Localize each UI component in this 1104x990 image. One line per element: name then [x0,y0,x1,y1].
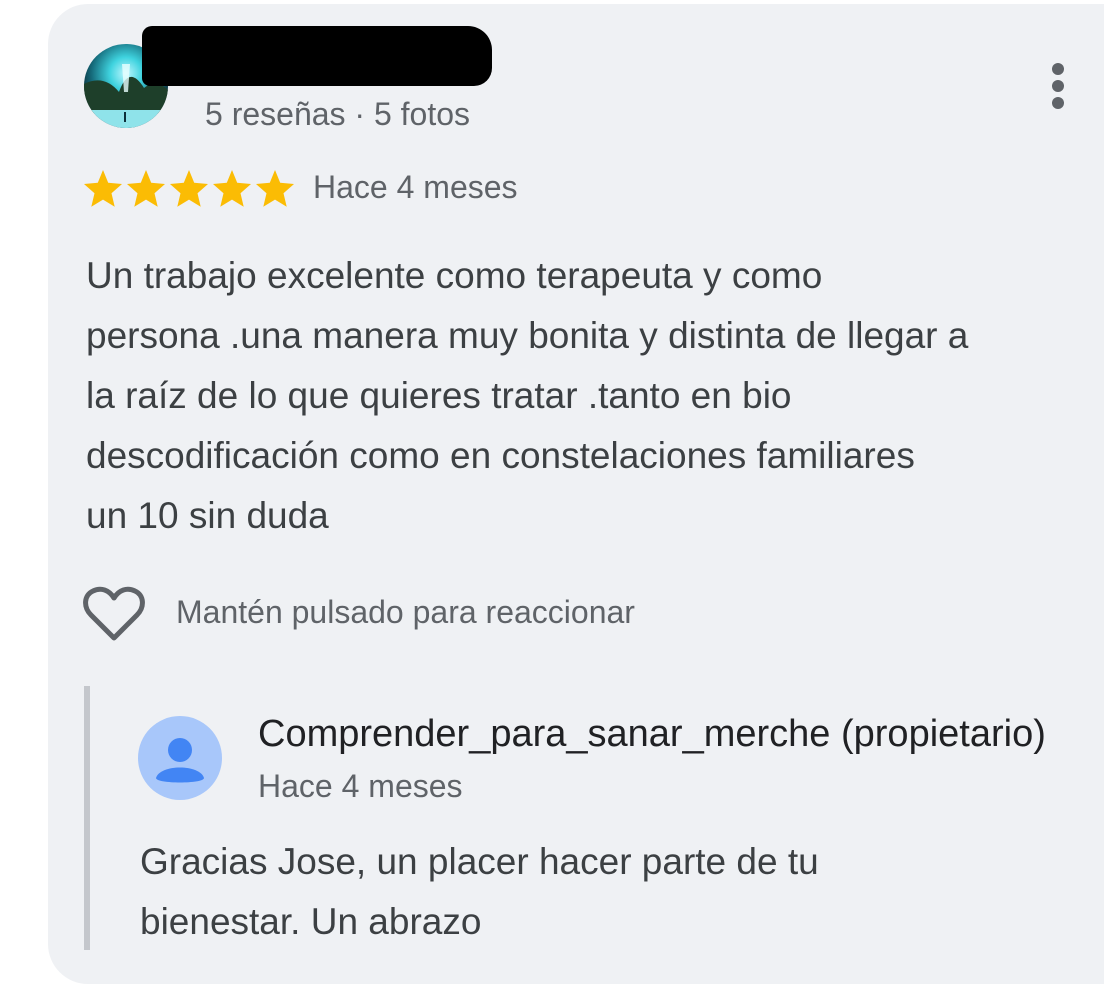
react-hint-label: Mantén pulsado para reaccionar [176,594,635,630]
review-text: Un trabajo excelente como terapeuta y co… [86,246,1104,546]
review-text-line: un 10 sin duda [86,495,329,536]
redacted-reviewer-name [142,26,492,86]
star-icon [213,170,251,207]
review-text-line: Un trabajo excelente como terapeuta y co… [86,255,823,296]
review-date: Hace 4 meses [313,169,518,205]
default-person-avatar-icon [138,716,222,800]
star-icon [127,170,165,207]
star-rating [82,168,297,210]
heart-outline-icon[interactable] [82,586,146,644]
more-vert-icon[interactable] [1040,62,1076,116]
owner-reply-text: Gracias Jose, un placer hacer parte de t… [140,832,1100,952]
owner-name: Comprender_para_sanar_merche (propietari… [258,713,1046,755]
review-text-line: la raíz de lo que quieres tratar .tanto … [86,375,792,416]
owner-reply-text-line: bienestar. Un abrazo [140,901,482,942]
review-text-line: persona .una manera muy bonita y distint… [86,315,969,356]
owner-reply-text-line: Gracias Jose, un placer hacer parte de t… [140,841,819,882]
reviewer-stats[interactable]: 5 reseñas · 5 fotos [205,96,470,133]
star-icon [84,170,122,207]
star-icon [256,170,294,207]
owner-avatar[interactable] [138,716,222,800]
reply-divider [84,686,90,950]
review-text-line: descodificación como en constelaciones f… [86,435,915,476]
star-icon [170,170,208,207]
owner-reply-date: Hace 4 meses [258,768,463,804]
